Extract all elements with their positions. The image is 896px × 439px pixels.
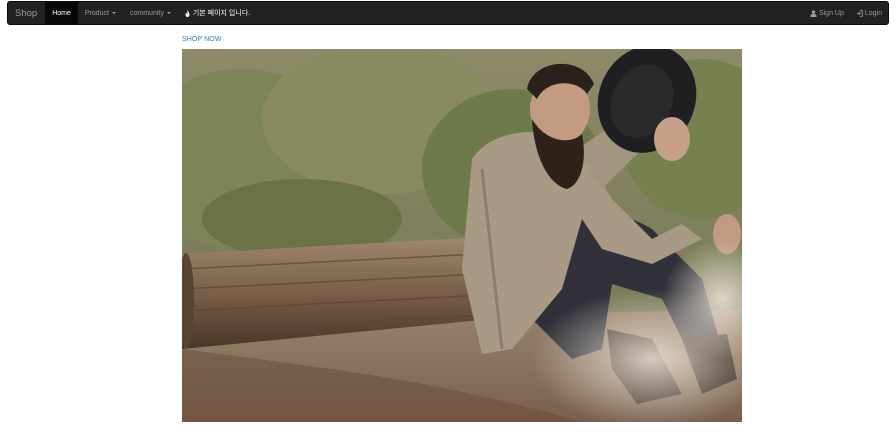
nav-community-label: community	[130, 9, 164, 17]
login-link[interactable]: Login	[850, 2, 888, 24]
login-icon	[856, 9, 863, 17]
nav-home-label: Home	[52, 9, 71, 17]
brand-link[interactable]: Shop	[8, 2, 45, 24]
nav-item-product[interactable]: Product	[78, 2, 123, 24]
user-icon	[810, 9, 817, 17]
fire-icon	[185, 9, 190, 17]
caret-down-icon	[112, 12, 116, 14]
shop-now-link[interactable]: SHOP NOW	[182, 36, 222, 43]
nav-item-community[interactable]: community	[123, 2, 178, 24]
login-label: Login	[864, 9, 882, 17]
signup-link[interactable]: Sign Up	[804, 2, 850, 24]
caret-down-icon	[166, 12, 171, 14]
signup-label: Sign Up	[818, 9, 844, 17]
hero-photo	[182, 49, 742, 422]
top-navbar: Shop Home Product community 기본 페이지 입니다. …	[7, 1, 889, 25]
hero-image	[182, 49, 742, 422]
nav-notice: 기본 페이지 입니다.	[178, 2, 257, 24]
nav-notice-text: 기본 페이지 입니다.	[192, 10, 251, 17]
nav-product-label: Product	[84, 9, 109, 17]
nav-item-home[interactable]: Home	[45, 2, 78, 24]
